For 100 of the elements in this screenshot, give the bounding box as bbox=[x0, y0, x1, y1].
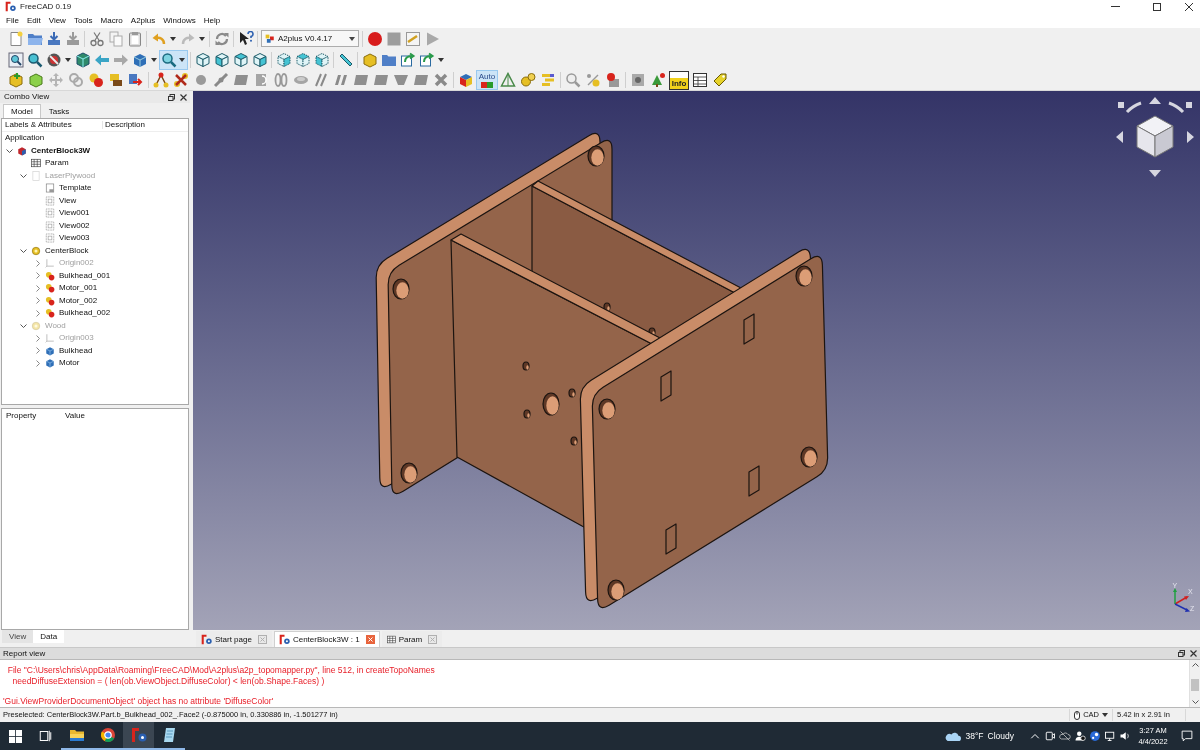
minimize-icon[interactable] bbox=[1110, 6, 1120, 7]
bounding-box-icon[interactable] bbox=[74, 51, 91, 68]
tree-item[interactable]: Motor bbox=[59, 359, 80, 368]
fit-all-icon[interactable] bbox=[7, 51, 24, 68]
start-menu-icon[interactable] bbox=[8, 729, 22, 743]
stop-icon[interactable] bbox=[385, 30, 402, 47]
plane-icon[interactable] bbox=[233, 72, 249, 88]
panel-tab[interactable]: View bbox=[2, 630, 34, 643]
tree-item[interactable]: CenterBlock3W bbox=[31, 146, 91, 155]
chevron-right-icon[interactable] bbox=[35, 347, 40, 355]
speaker-icon[interactable] bbox=[1118, 730, 1131, 742]
chevron-down-icon[interactable] bbox=[20, 173, 27, 178]
menu-item[interactable]: Tools bbox=[69, 13, 97, 28]
export-icon[interactable] bbox=[418, 51, 435, 68]
cube-right-icon[interactable] bbox=[251, 51, 268, 68]
magnifier-icon[interactable] bbox=[26, 51, 43, 68]
parts-stack-icon[interactable] bbox=[108, 72, 124, 88]
auto-toggle-button[interactable]: Auto bbox=[476, 70, 498, 90]
tree-item[interactable]: View003 bbox=[59, 234, 90, 243]
cursor-question-icon[interactable] bbox=[237, 30, 254, 47]
tree-item[interactable]: View001 bbox=[59, 209, 90, 218]
tree-item[interactable]: Motor_001 bbox=[59, 284, 98, 293]
chevron-down-icon[interactable] bbox=[1191, 700, 1199, 704]
tag-icon[interactable] bbox=[712, 72, 728, 88]
chevron-right-icon[interactable] bbox=[35, 309, 40, 317]
cube-left-icon[interactable] bbox=[313, 51, 330, 68]
clipboard-icon[interactable] bbox=[126, 30, 143, 47]
box-icon[interactable] bbox=[131, 51, 148, 68]
panel-tab[interactable]: Data bbox=[33, 630, 65, 643]
tree-item[interactable]: Motor_002 bbox=[59, 296, 98, 305]
zoom-button[interactable] bbox=[159, 49, 188, 70]
caret-icon[interactable] bbox=[65, 57, 71, 62]
monitor-icon[interactable] bbox=[1103, 730, 1116, 742]
chevron-down-icon[interactable] bbox=[20, 323, 27, 328]
ruler-icon[interactable] bbox=[337, 51, 354, 68]
weather-widget[interactable]: 38°F Cloudy bbox=[942, 722, 1017, 750]
tree-item[interactable]: View002 bbox=[59, 221, 90, 230]
percent-icon[interactable] bbox=[585, 72, 601, 88]
table-icon[interactable] bbox=[692, 72, 708, 88]
cube-front-icon[interactable] bbox=[213, 51, 230, 68]
close-icon[interactable] bbox=[1185, 2, 1193, 11]
caret-icon[interactable] bbox=[199, 36, 205, 41]
parallel-planes-icon[interactable] bbox=[333, 72, 349, 88]
export-icon[interactable] bbox=[399, 51, 416, 68]
menu-item[interactable]: A2plus bbox=[126, 13, 160, 28]
box-icon[interactable] bbox=[28, 72, 44, 88]
tree-item[interactable]: Bulkhead bbox=[59, 346, 93, 355]
color-cube-icon[interactable] bbox=[458, 72, 474, 88]
info-button[interactable]: Info bbox=[669, 70, 689, 90]
chevron-right-icon[interactable] bbox=[35, 359, 40, 367]
point-icon[interactable] bbox=[193, 72, 209, 88]
caret-icon[interactable] bbox=[179, 57, 185, 62]
plane-icon[interactable] bbox=[353, 72, 369, 88]
float-icon[interactable] bbox=[1178, 650, 1185, 657]
chevron-up-icon[interactable] bbox=[1191, 663, 1199, 667]
edit-macro-icon[interactable] bbox=[404, 30, 421, 47]
node-tree-icon[interactable] bbox=[153, 72, 169, 88]
tree-item[interactable]: Bulkhead_001 bbox=[59, 271, 111, 280]
cloud-off-icon[interactable] bbox=[1058, 730, 1071, 742]
line-icon[interactable] bbox=[213, 72, 229, 88]
cube-icon[interactable] bbox=[194, 51, 211, 68]
chevron-down-icon[interactable] bbox=[6, 148, 13, 153]
plane-icon[interactable] bbox=[413, 72, 429, 88]
caret-icon[interactable] bbox=[438, 57, 444, 62]
document-tab[interactable]: Param bbox=[381, 631, 443, 647]
box-icon[interactable] bbox=[361, 51, 378, 68]
parts-pair-icon[interactable] bbox=[88, 72, 104, 88]
menu-item[interactable]: View bbox=[44, 13, 70, 28]
cube-rear-icon[interactable] bbox=[275, 51, 292, 68]
trapezoid-icon[interactable] bbox=[393, 72, 409, 88]
plane-icon[interactable] bbox=[373, 72, 389, 88]
circle-icon[interactable] bbox=[1088, 730, 1101, 742]
draw-style-icon[interactable] bbox=[45, 51, 62, 68]
document-tab[interactable]: Start page bbox=[196, 631, 272, 647]
tree-item[interactable]: Template bbox=[59, 184, 92, 193]
menu-item[interactable]: File bbox=[2, 13, 23, 28]
shapes-icon[interactable] bbox=[605, 72, 621, 88]
menu-item[interactable]: Edit bbox=[22, 13, 45, 28]
tree-item[interactable]: View bbox=[59, 196, 77, 205]
magnifier-icon[interactable] bbox=[161, 51, 177, 68]
float-icon[interactable] bbox=[168, 93, 175, 101]
close-icon[interactable] bbox=[180, 93, 187, 101]
chevron-right-icon[interactable] bbox=[35, 284, 40, 292]
tree-star-icon[interactable] bbox=[650, 72, 666, 88]
cross-icon[interactable] bbox=[433, 72, 449, 88]
cube-top-icon[interactable] bbox=[232, 51, 249, 68]
chevron-right-icon[interactable] bbox=[35, 297, 40, 305]
task-view-icon[interactable] bbox=[39, 730, 52, 742]
scrollbar[interactable] bbox=[1189, 660, 1200, 707]
scrollbar-thumb[interactable] bbox=[1191, 679, 1199, 691]
menu-item[interactable]: Help bbox=[199, 13, 225, 28]
list-icon[interactable] bbox=[540, 72, 556, 88]
chevron-right-icon[interactable] bbox=[35, 334, 40, 342]
chevron-right-icon[interactable] bbox=[35, 259, 40, 267]
notification-icon[interactable] bbox=[1181, 730, 1193, 742]
close-icon[interactable] bbox=[1190, 650, 1197, 657]
maximize-icon[interactable] bbox=[1153, 2, 1161, 11]
taskbar-app-button[interactable] bbox=[123, 722, 154, 750]
chevron-down-icon[interactable] bbox=[20, 248, 27, 253]
import-arrow-icon[interactable] bbox=[128, 72, 144, 88]
